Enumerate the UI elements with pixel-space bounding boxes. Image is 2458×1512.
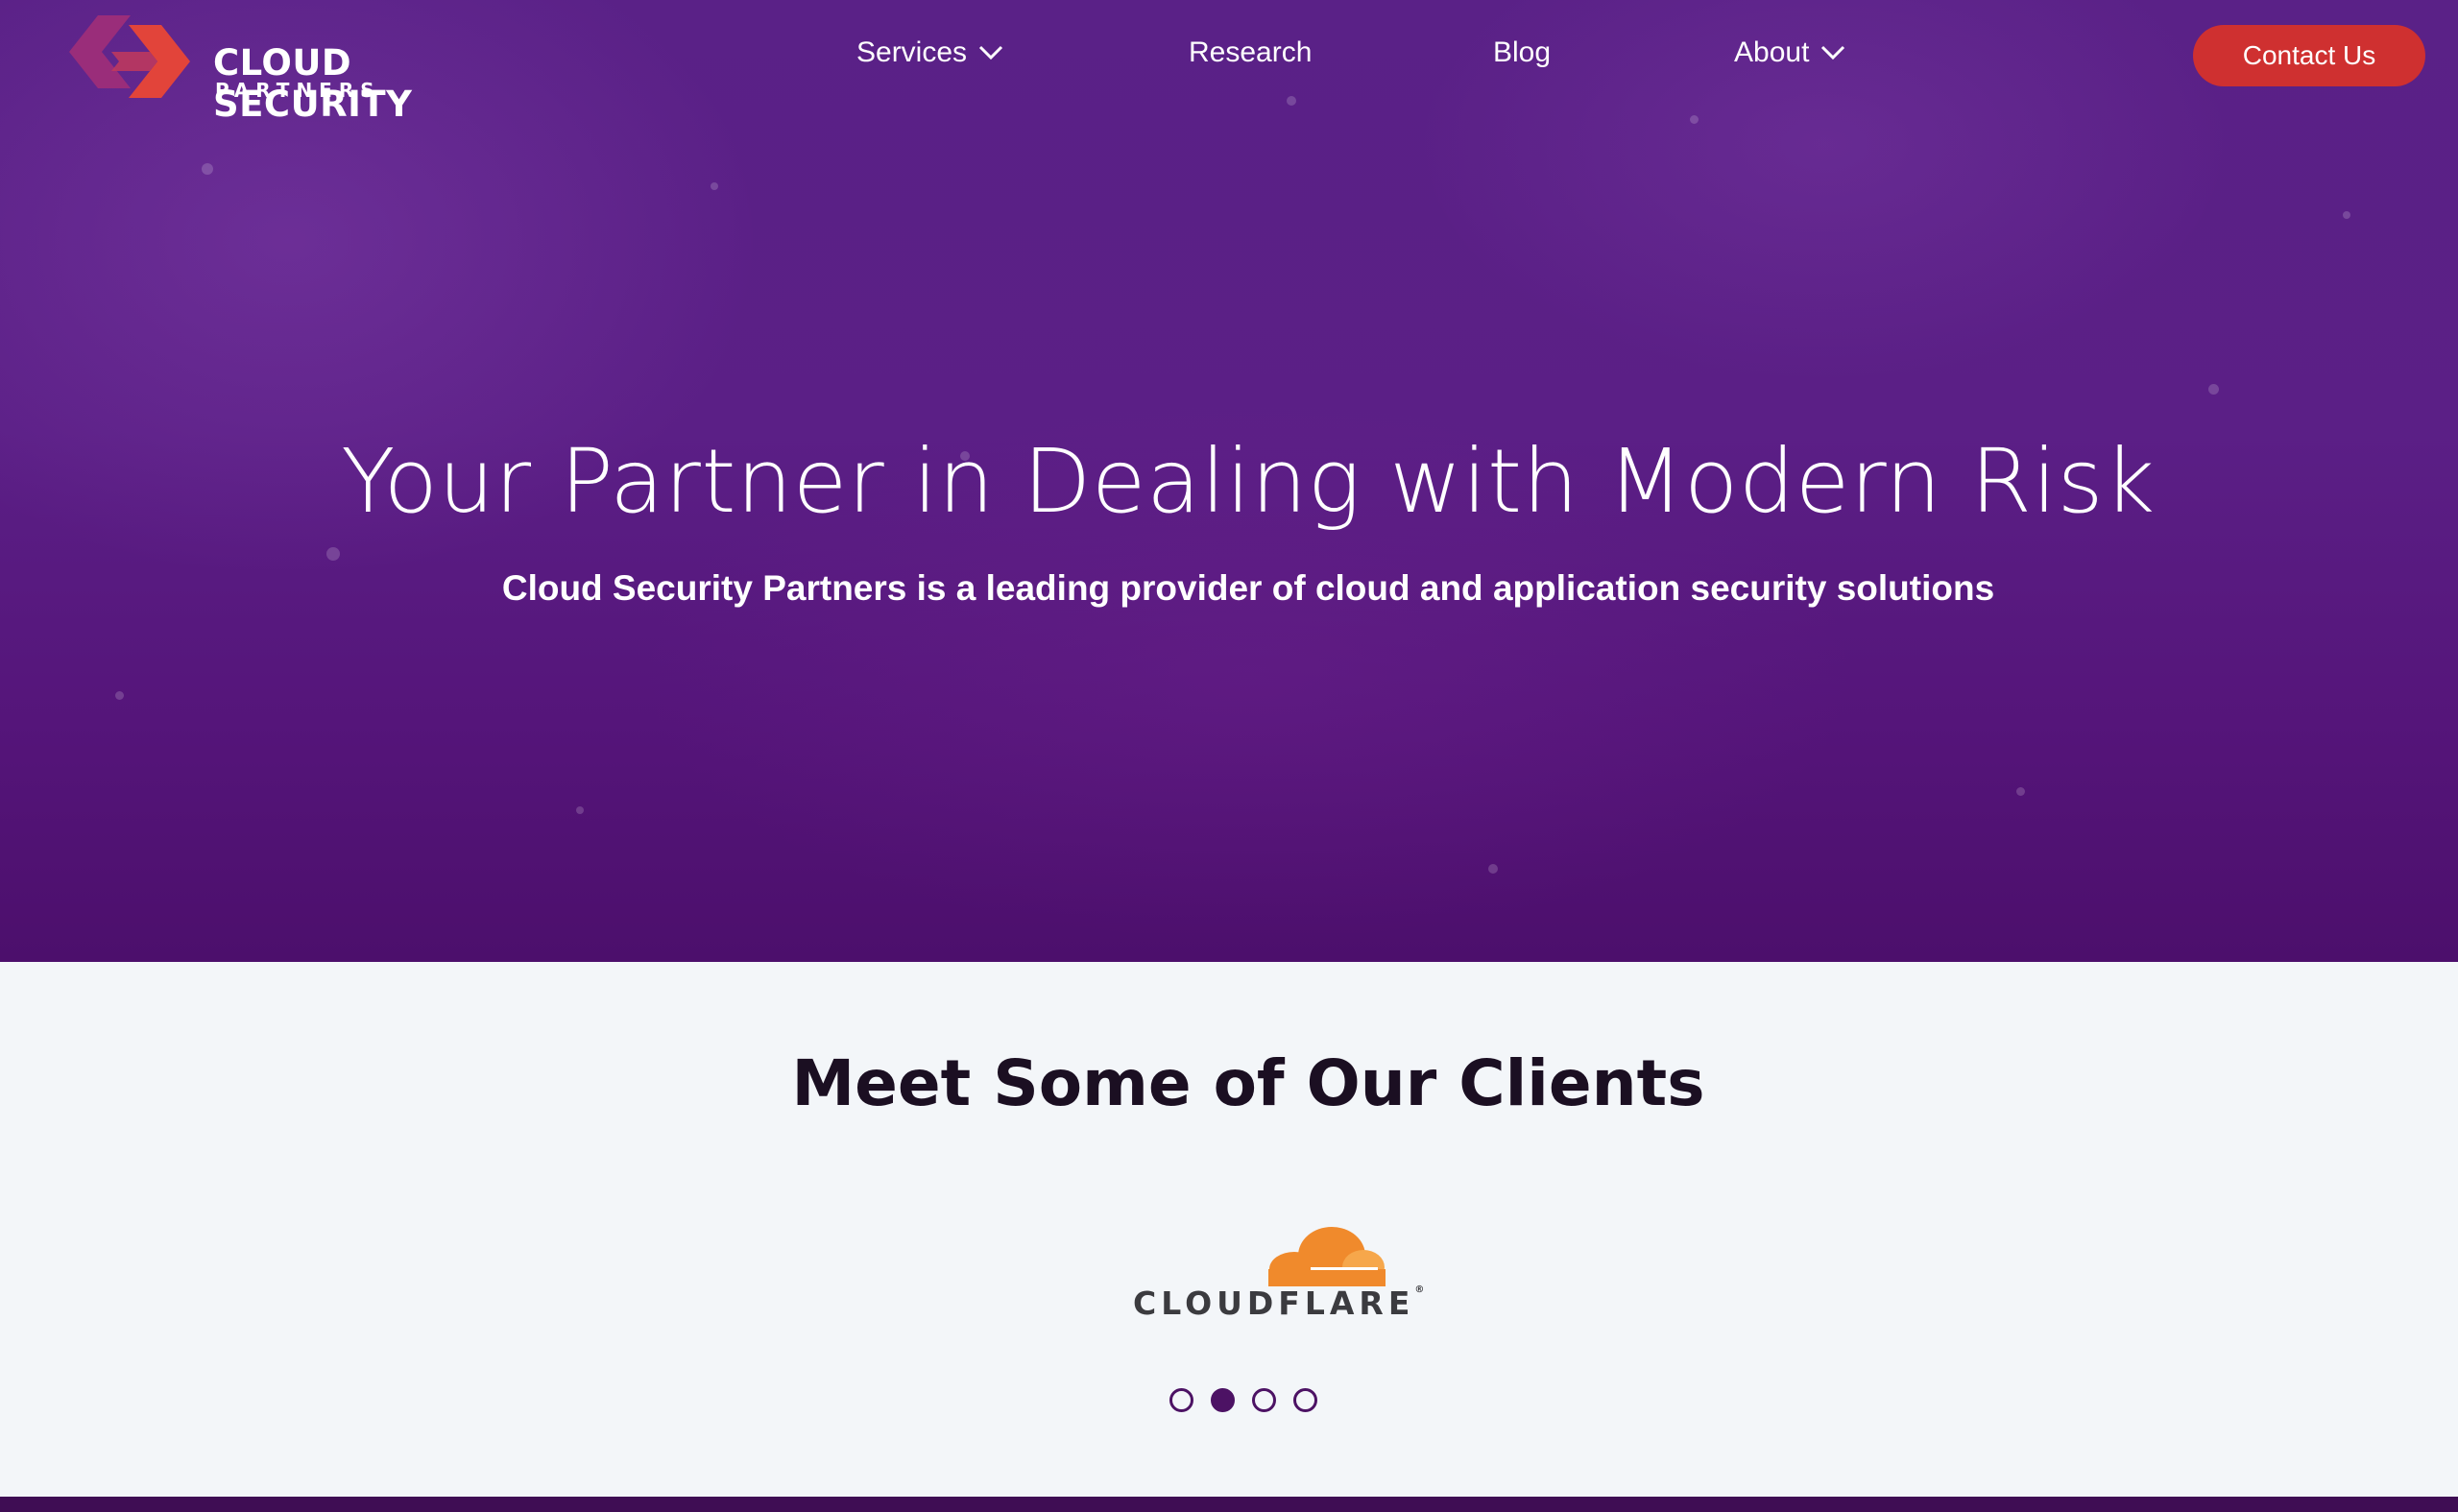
brand-logo[interactable]: CLOUD SECURITY PARTNERS	[69, 13, 530, 125]
cloud-icon	[1268, 1227, 1386, 1286]
logo-mark-icon	[69, 15, 190, 98]
nav-blog[interactable]: Blog	[1493, 36, 1551, 69]
carousel-pagination	[1169, 1388, 1317, 1412]
clients-section-title: Meet Some of Our Clients	[791, 1046, 1705, 1120]
hero-section: CLOUD SECURITY PARTNERS Services Researc…	[0, 0, 2458, 962]
nav-research[interactable]: Research	[1189, 36, 1312, 69]
carousel-dot-1[interactable]	[1169, 1388, 1193, 1412]
client-logo-cloudflare: CLOUDFLARE®	[1128, 1219, 1424, 1325]
hero-title: Your Partner in Dealing with Modern Risk	[341, 430, 2156, 533]
nav-services-label: Services	[856, 36, 968, 68]
nav-blog-label: Blog	[1493, 36, 1552, 68]
brand-tagline: PARTNERS	[215, 79, 381, 102]
chevron-down-icon	[978, 45, 1003, 60]
carousel-dot-3[interactable]	[1252, 1388, 1276, 1412]
contact-us-button[interactable]: Contact Us	[2193, 25, 2425, 86]
nav-about-label: About	[1734, 36, 1810, 68]
footer-strip	[0, 1497, 2458, 1512]
carousel-dot-2[interactable]	[1211, 1388, 1235, 1412]
hero-subtitle: Cloud Security Partners is a leading pro…	[501, 568, 1995, 608]
client-logo-text: CLOUDFLARE®	[1133, 1284, 1425, 1322]
nav-research-label: Research	[1189, 36, 1313, 68]
carousel-dot-4[interactable]	[1293, 1388, 1317, 1412]
nav-about[interactable]: About	[1734, 36, 1845, 69]
site-header: CLOUD SECURITY PARTNERS Services Researc…	[0, 0, 2458, 125]
nav-services[interactable]: Services	[856, 36, 1003, 69]
chevron-down-icon	[1820, 45, 1845, 60]
